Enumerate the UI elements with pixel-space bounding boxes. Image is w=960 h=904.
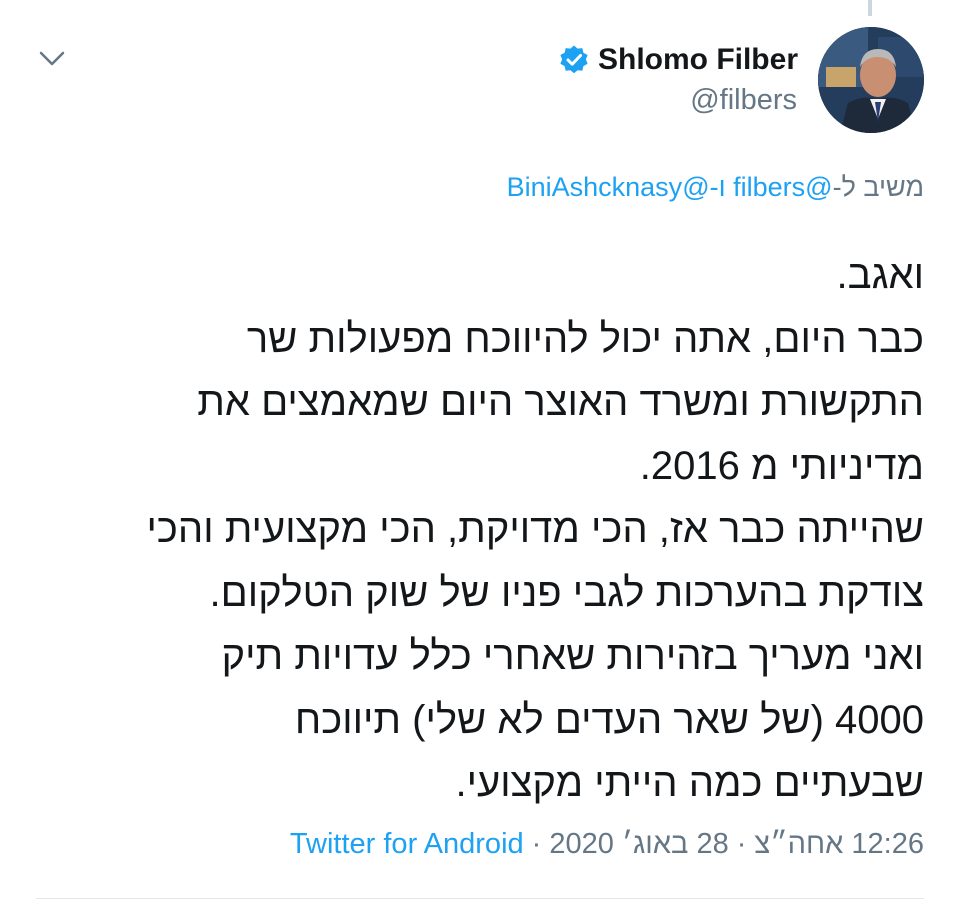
author-handle[interactable]: @filbers: [690, 84, 797, 117]
divider: [36, 898, 924, 899]
tweet-page: Shlomo Filber @filbers משיב ל-@filbers ו…: [0, 0, 960, 904]
tweet-time[interactable]: 12:26: [851, 828, 924, 860]
tweet-line: כבר היום, אתה יכול להיווכח מפעולות שר: [246, 316, 924, 361]
tweet-line: ואני מעריך בזהירות שאחרי כלל עדויות תיק: [221, 634, 925, 678]
replying-to-label: משיב ל-: [832, 172, 924, 202]
verified-badge-icon: [558, 44, 590, 76]
tweet-header: Shlomo Filber @filbers: [0, 24, 960, 136]
avatar[interactable]: [818, 27, 924, 133]
tweet-line: שבעתיים כמה הייתי מקצועי.: [455, 761, 924, 805]
tweet-metadata: 12:26 אחה״צ·28 באוג׳ 2020·Twitter for An…: [290, 828, 924, 861]
tweet-date[interactable]: 28 באוג׳ 2020: [549, 828, 728, 860]
chevron-down-icon[interactable]: [38, 44, 66, 72]
tweet-period[interactable]: אחה״צ: [754, 828, 843, 860]
tweet-line: ואגב.: [836, 253, 924, 297]
replying-to-line: משיב ל-@filbers ו-@BiniAshcknasy: [507, 172, 924, 203]
mention-link-biniashcknasy[interactable]: @BiniAshcknasy: [507, 172, 710, 202]
mention-link-filbers[interactable]: @filbers: [733, 172, 832, 202]
tweet-body: ואגב. כבר היום, אתה יכול להיווכח מפעולות…: [34, 244, 924, 816]
thread-connector-line: [868, 0, 872, 16]
mention-joiner: ו-: [709, 172, 734, 202]
tweet-source-link[interactable]: Twitter for Android: [290, 828, 524, 860]
tweet-line: התקשורת ומשרד האוצר היום שמאמצים את: [197, 380, 924, 424]
author-display-name[interactable]: Shlomo Filber: [598, 43, 798, 77]
meta-separator: ·: [736, 828, 747, 860]
tweet-line: שהייתה כבר אז, הכי מדויקת, הכי מקצועית ו…: [146, 507, 924, 551]
tweet-line: צודקת בהערכות לגבי פניו של שוק הטלקום.: [209, 570, 924, 615]
tweet-line: מדיניותי מ 2016.: [639, 443, 924, 488]
author-name-row[interactable]: Shlomo Filber: [558, 40, 798, 80]
meta-separator: ·: [531, 828, 542, 860]
tweet-line: 4000 (של שאר העדים לא שלי) תיווכח: [294, 697, 924, 742]
